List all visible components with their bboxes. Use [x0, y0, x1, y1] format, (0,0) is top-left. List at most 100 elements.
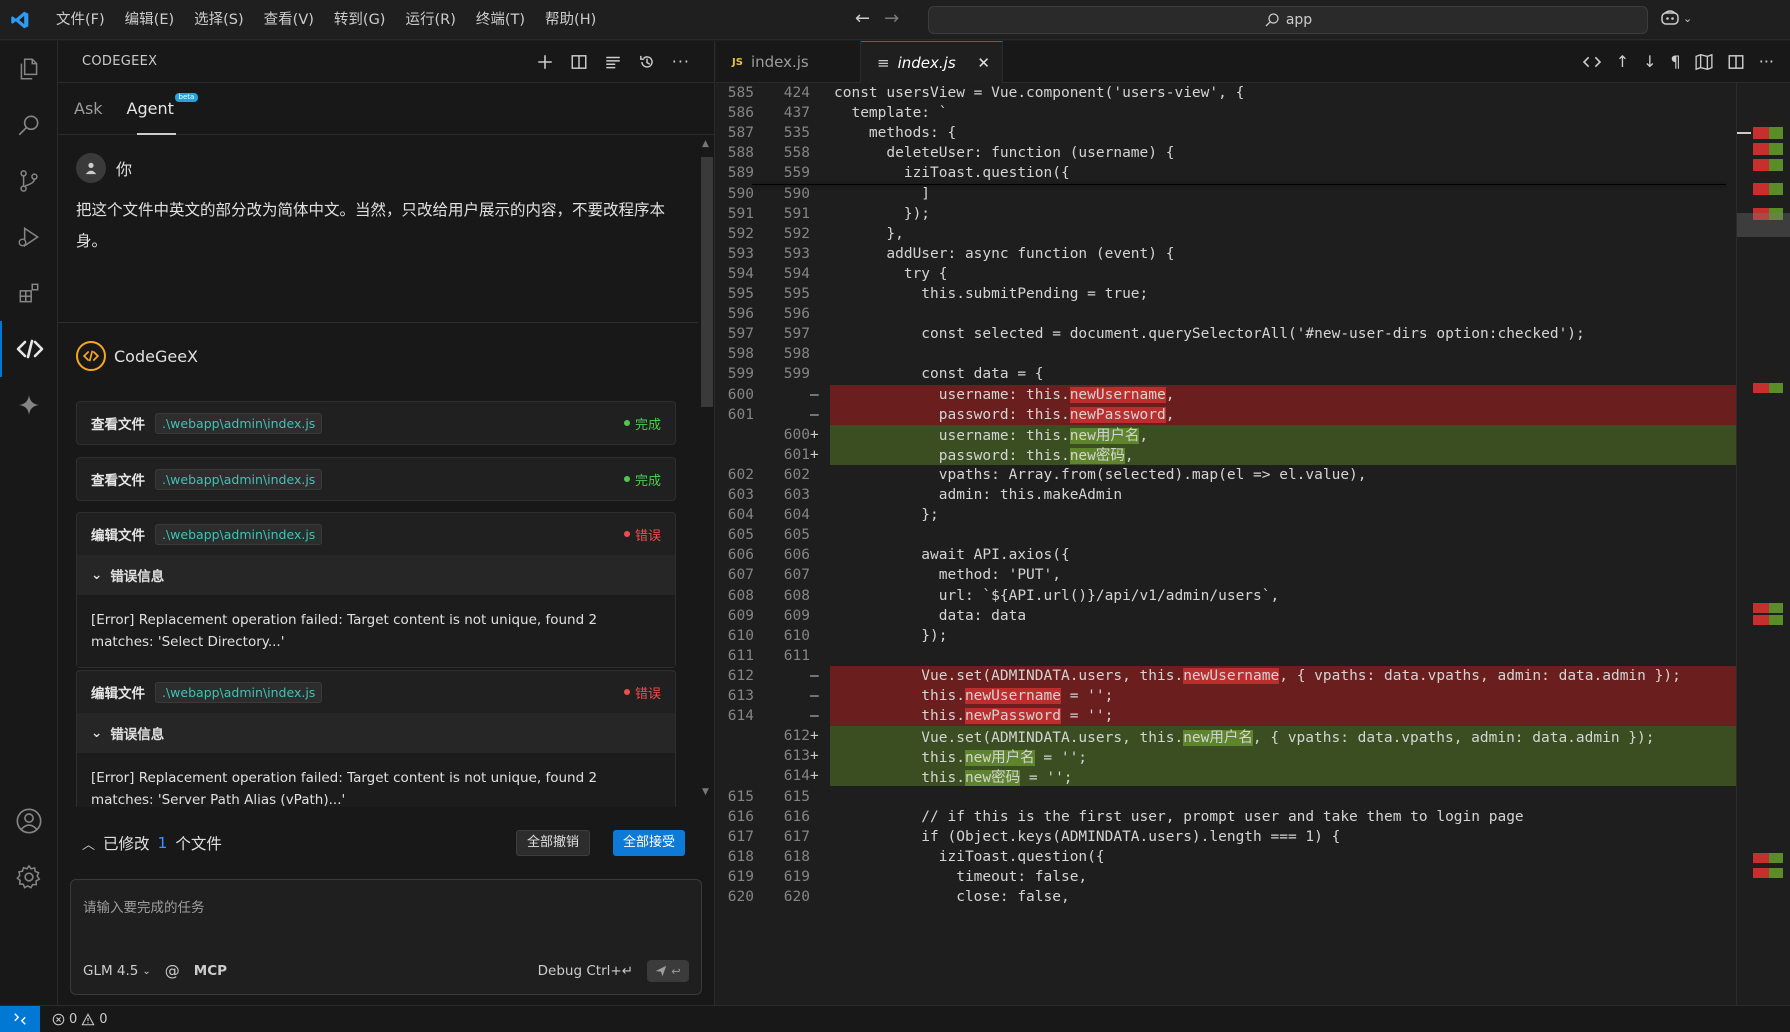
split-view-icon[interactable]: [570, 53, 588, 71]
forward-arrow-icon[interactable]: →: [884, 8, 899, 29]
new-chat-icon[interactable]: [536, 53, 554, 71]
code-line-deleted[interactable]: 600 — username: this.newUsername,: [716, 384, 1736, 405]
send-button[interactable]: ↩: [647, 960, 689, 982]
code-line[interactable]: 592 592 },: [716, 224, 1736, 244]
code-line[interactable]: 619 619 timeout: false,: [716, 867, 1736, 887]
command-center-search[interactable]: app: [928, 6, 1648, 34]
code-line[interactable]: 586 437 template: `: [716, 103, 1736, 123]
code-line-deleted[interactable]: 612 — Vue.set(ADMINDATA.users, this.newUs…: [716, 665, 1736, 686]
undo-all-button[interactable]: 全部撤销: [516, 830, 591, 856]
code-line[interactable]: 616 616 // if this is the first user, pro…: [716, 807, 1736, 827]
run-debug-icon[interactable]: [0, 209, 58, 265]
explorer-icon[interactable]: [0, 41, 58, 97]
code-line-added[interactable]: 612 + Vue.set(ADMINDATA.users, this.new用户…: [716, 726, 1736, 747]
code-line-added[interactable]: 601 + password: this.new密码,: [716, 444, 1736, 465]
code-line-deleted[interactable]: 613 — this.newUsername = '';: [716, 686, 1736, 707]
code-line[interactable]: 615 615: [716, 787, 1736, 807]
file-path-link[interactable]: .\webapp\admin\index.js: [155, 681, 323, 703]
code-line[interactable]: 591 591 });: [716, 204, 1736, 224]
minimap-slider[interactable]: [1737, 213, 1790, 237]
minimap[interactable]: [1736, 83, 1790, 1005]
code-line-deleted[interactable]: 614 — this.newPassword = '';: [716, 706, 1736, 727]
menu-file[interactable]: 文件(F): [46, 0, 115, 40]
menu-terminal[interactable]: 终端(T): [466, 0, 535, 40]
list-icon[interactable]: [604, 53, 622, 71]
code-line[interactable]: 599 599 const data = {: [716, 364, 1736, 384]
code-line[interactable]: 610 610 });: [716, 626, 1736, 646]
code-line[interactable]: 609 609 data: data: [716, 606, 1736, 626]
split-editor-icon[interactable]: [1727, 53, 1745, 71]
debug-shortcut[interactable]: Debug Ctrl+↵: [538, 963, 633, 979]
menu-selection[interactable]: 选择(S): [184, 0, 254, 40]
model-selector[interactable]: GLM 4.5 ⌄: [83, 963, 151, 979]
mcp-button[interactable]: MCP: [194, 963, 227, 979]
extensions-icon[interactable]: [0, 265, 58, 321]
diff-editor[interactable]: 585 424 const usersView = Vue.component('u…: [716, 83, 1736, 1005]
code-line[interactable]: 590 590 ]: [716, 184, 1736, 204]
editor-tab[interactable]: JS index.js: [716, 41, 861, 83]
code-line[interactable]: 594 594 try {: [716, 264, 1736, 284]
tab-agent[interactable]: Agent beta: [127, 83, 199, 135]
menu-edit[interactable]: 编辑(E): [115, 0, 184, 40]
menu-go[interactable]: 转到(G): [324, 0, 396, 40]
remote-icon[interactable]: [0, 1005, 40, 1032]
more-actions-icon[interactable]: ···: [1759, 52, 1774, 71]
code-line[interactable]: 602 602 vpaths: Array.from(selected).map(…: [716, 465, 1736, 485]
code-line[interactable]: 617 617 if (Object.keys(ADMINDATA.users).…: [716, 827, 1736, 847]
arrow-up-icon[interactable]: ↑: [1616, 52, 1629, 71]
code-line[interactable]: 605 605: [716, 525, 1736, 545]
source-control-icon[interactable]: [0, 153, 58, 209]
arrow-down-icon[interactable]: ↓: [1643, 52, 1656, 71]
sparkle-icon[interactable]: [0, 377, 58, 433]
account-icon[interactable]: [0, 793, 58, 849]
code-line[interactable]: 604 604 };: [716, 505, 1736, 525]
code-line[interactable]: 611 611: [716, 646, 1736, 666]
code-line[interactable]: 598 598: [716, 344, 1736, 364]
code-line[interactable]: 588 558 deleteUser: function (username) {: [716, 143, 1736, 163]
accept-all-button[interactable]: 全部接受: [613, 830, 686, 856]
more-actions-icon[interactable]: ···: [672, 52, 690, 71]
code-line[interactable]: 620 620 close: false,: [716, 887, 1736, 907]
code-line[interactable]: 607 607 method: 'PUT',: [716, 565, 1736, 585]
settings-gear-icon[interactable]: [0, 849, 58, 905]
menu-view[interactable]: 查看(V): [254, 0, 324, 40]
task-input[interactable]: 请输入要完成的任务 GLM 4.5 ⌄ @ MCP Debug Ctrl+↵ ↩: [70, 879, 702, 995]
back-arrow-icon[interactable]: ←: [855, 8, 870, 29]
code-line[interactable]: 597 597 const selected = document.querySe…: [716, 324, 1736, 344]
file-path-link[interactable]: .\webapp\admin\index.js: [155, 412, 323, 434]
problems-indicator[interactable]: 0 0: [52, 1012, 108, 1027]
copilot-menu[interactable]: ⌄: [1660, 9, 1692, 27]
code-line-added[interactable]: 600 + username: this.new用户名,: [716, 424, 1736, 445]
code-line-deleted[interactable]: 601 — password: this.newPassword,: [716, 404, 1736, 425]
code-line[interactable]: 618 618 iziToast.question({: [716, 847, 1736, 867]
code-line[interactable]: 589 559 iziToast.question({: [716, 163, 1736, 183]
code-line[interactable]: 608 608 url: `${API.url()}/api/v1/admin/u…: [716, 586, 1736, 606]
editor-tab-active[interactable]: ≡ index.js ✕: [861, 41, 1003, 83]
error-info-toggle[interactable]: ⌄ 错误信息: [77, 713, 675, 753]
code-line[interactable]: 596 596: [716, 304, 1736, 324]
code-line[interactable]: 593 593 addUser: async function (event) {: [716, 244, 1736, 264]
pilcrow-icon[interactable]: ¶: [1671, 52, 1681, 71]
code-line[interactable]: 585 424 const usersView = Vue.component('u…: [716, 83, 1736, 103]
tab-ask[interactable]: Ask: [74, 83, 103, 135]
chevron-up-icon[interactable]: ︿: [82, 834, 95, 853]
history-icon[interactable]: [638, 53, 656, 71]
chat-scrollbar[interactable]: ▲ ▼: [698, 137, 715, 807]
code-line[interactable]: 587 535 methods: {: [716, 123, 1736, 143]
menu-run[interactable]: 运行(R): [395, 0, 465, 40]
scroll-down-icon[interactable]: ▼: [702, 787, 709, 797]
code-line[interactable]: 606 606 await API.axios({: [716, 545, 1736, 565]
code-line[interactable]: 603 603 admin: this.makeAdmin: [716, 485, 1736, 505]
code-line-added[interactable]: 613 + this.new用户名 = '';: [716, 746, 1736, 767]
map-icon[interactable]: [1695, 53, 1713, 71]
menu-help[interactable]: 帮助(H): [535, 0, 606, 40]
search-sidebar-icon[interactable]: [0, 97, 58, 153]
error-info-toggle[interactable]: ⌄ 错误信息: [77, 555, 675, 595]
close-icon[interactable]: ✕: [977, 54, 990, 72]
mention-button[interactable]: @: [165, 962, 180, 980]
scroll-up-icon[interactable]: ▲: [702, 139, 709, 149]
file-path-link[interactable]: .\webapp\admin\index.js: [155, 468, 323, 490]
code-line[interactable]: 595 595 this.submitPending = true;: [716, 284, 1736, 304]
codegeex-diff-icon[interactable]: [1582, 54, 1602, 70]
code-line-added[interactable]: 614 + this.new密码 = '';: [716, 766, 1736, 787]
